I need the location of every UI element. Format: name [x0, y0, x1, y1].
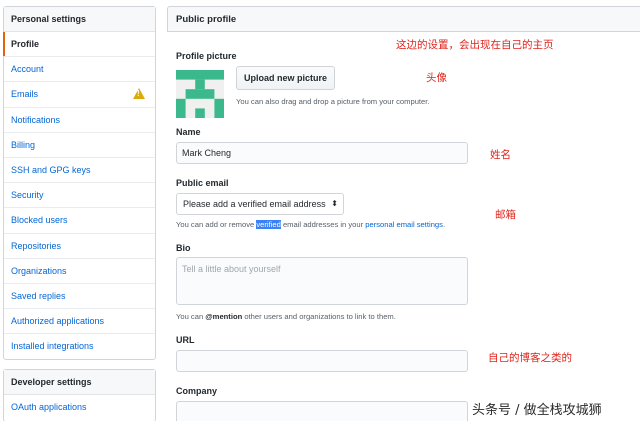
sidebar-item-profile[interactable]: Profile	[3, 32, 155, 58]
sidebar-item-account[interactable]: Account	[4, 57, 155, 83]
name-field[interactable]: Mark Cheng	[176, 142, 468, 164]
email-annotation: 邮箱	[495, 209, 516, 221]
sidebar-item-security[interactable]: Security	[4, 183, 155, 209]
bio-placeholder: Tell a little about yourself	[182, 264, 281, 274]
personal-email-settings-link[interactable]: personal email settings	[365, 220, 443, 229]
public-email-label: Public email	[176, 178, 229, 188]
sidebar-item-ssh-gpg-keys[interactable]: SSH and GPG keys	[4, 158, 155, 184]
warning-icon	[133, 88, 145, 100]
sidebar-item-organizations[interactable]: Organizations	[4, 259, 155, 284]
highlighted-text: verified	[256, 220, 281, 229]
sidebar-item-saved-replies[interactable]: Saved replies	[4, 284, 155, 310]
sidebar-item-authorized-applications[interactable]: Authorized applications	[4, 309, 155, 335]
profile-picture-label: Profile picture	[176, 51, 237, 61]
developer-settings-menu: Developer settings OAuth applications	[3, 369, 156, 421]
page-title: Public profile	[167, 6, 640, 32]
bio-label: Bio	[176, 243, 191, 253]
sidebar-item-blocked-users[interactable]: Blocked users	[4, 208, 155, 234]
personal-settings-menu: Personal settings Profile Account Emails…	[3, 6, 156, 361]
public-email-select[interactable]: Please add a verified email address ⬍	[176, 193, 344, 215]
sidebar-item-installed-integrations[interactable]: Installed integrations	[4, 334, 155, 359]
blog-annotation: 自己的博客之类的	[488, 352, 572, 364]
mention-text: @mention	[205, 312, 243, 321]
name-annotation: 姓名	[490, 149, 511, 161]
sidebar-item-emails[interactable]: Emails	[4, 82, 155, 108]
upload-hint: You can also drag and drop a picture fro…	[236, 97, 430, 106]
sidebar-item-notifications[interactable]: Notifications	[4, 108, 155, 133]
developer-settings-heading: Developer settings	[4, 370, 155, 396]
bio-hint: You can @mention other users and organiz…	[176, 312, 396, 321]
sidebar-item-oauth-applications[interactable]: OAuth applications	[4, 395, 155, 420]
settings-annotation: 这边的设置，会出现在自己的主页	[396, 39, 554, 51]
public-email-selected-value: Please add a verified email address	[183, 199, 326, 209]
settings-sidebar: Personal settings Profile Account Emails…	[3, 6, 156, 421]
url-field[interactable]	[176, 350, 468, 372]
personal-settings-heading: Personal settings	[4, 7, 155, 32]
avatar[interactable]	[176, 70, 224, 118]
bio-textarea[interactable]: Tell a little about yourself	[176, 257, 468, 305]
sidebar-item-billing[interactable]: Billing	[4, 133, 155, 158]
avatar-annotation: 头像	[426, 72, 447, 84]
company-label: Company	[176, 386, 218, 396]
upload-picture-button[interactable]: Upload new picture	[236, 66, 335, 90]
public-profile-panel: Public profile Profile picture Upload ne…	[167, 6, 640, 421]
name-label: Name	[176, 127, 201, 137]
email-hint: You can add or remove verified email add…	[176, 220, 446, 229]
company-field[interactable]	[176, 401, 468, 421]
url-label: URL	[176, 335, 195, 345]
sidebar-item-repositories[interactable]: Repositories	[4, 234, 155, 259]
sidebar-item-label: Emails	[11, 89, 39, 100]
watermark: 头条号 / 做全栈攻城狮	[472, 403, 602, 418]
select-caret-icon: ⬍	[331, 199, 338, 208]
